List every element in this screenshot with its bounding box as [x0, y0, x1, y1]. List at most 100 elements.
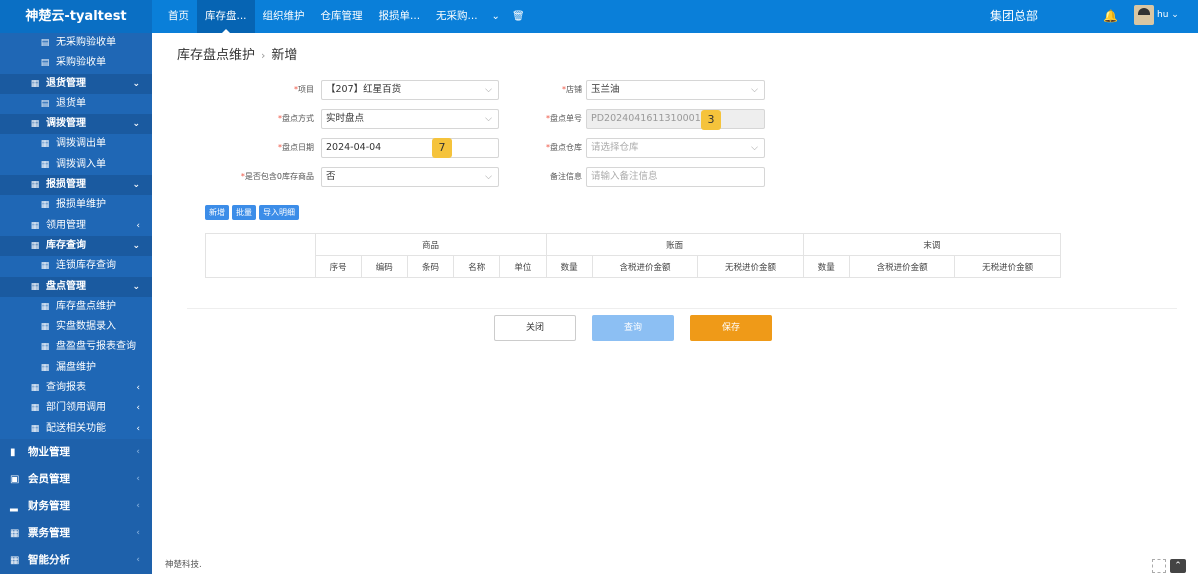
sidebar-top-item[interactable]: ▦ 票务管理 ‹: [0, 519, 152, 547]
docno-field: PD2024041611310001: [586, 109, 765, 129]
avatar[interactable]: [1134, 5, 1154, 25]
sidebar-item[interactable]: ▦ 报损单维护: [0, 195, 152, 215]
nav-warehouse[interactable]: 仓库管理: [313, 0, 371, 33]
grid-icon: ▦: [40, 261, 50, 272]
sidebar-top-item-label: 财务管理: [28, 499, 70, 512]
sidebar-item[interactable]: ▦ 漏盘维护: [0, 358, 152, 378]
docno-label: *盘点单号: [546, 114, 582, 123]
nav-stocktake[interactable]: 库存盘...: [197, 0, 255, 33]
nav-org[interactable]: 组织维护: [255, 0, 313, 33]
nav-nopurchase[interactable]: 无采购...: [428, 0, 486, 33]
chevron-left-icon: ‹: [136, 446, 140, 457]
nav-home[interactable]: 首页: [160, 0, 197, 33]
sidebar-item[interactable]: ▦ 部门领用调用 ‹: [0, 398, 152, 418]
save-button[interactable]: 保存: [690, 315, 772, 341]
sidebar-item[interactable]: ▦ 配送相关功能 ‹: [0, 419, 152, 439]
nav-loss[interactable]: 报损单...: [371, 0, 429, 33]
chevron-left-icon: ‹: [136, 220, 140, 231]
doc-icon: ▤: [40, 98, 50, 109]
remark-input[interactable]: 请输入备注信息: [586, 167, 765, 187]
sidebar-item[interactable]: ▦ 实盘数据录入: [0, 317, 152, 337]
sidebar-item[interactable]: ▦ 盘盈盘亏报表查询: [0, 337, 152, 357]
group-header-final: 末调: [802, 233, 1062, 256]
sidebar-item-label: 调拨调出单: [56, 138, 106, 150]
chevron-down-icon[interactable]: ⌄: [486, 0, 506, 33]
sidebar-item[interactable]: ▦ 领用管理 ‹: [0, 216, 152, 236]
table-blank-cell: [205, 233, 316, 278]
sidebar-top-item[interactable]: ▦ 智能分析 ‹: [0, 546, 152, 574]
project-select[interactable]: 【207】红星百货 ⌵: [321, 80, 499, 100]
import-detail-button[interactable]: 导入明细: [259, 205, 299, 220]
sidebar-item[interactable]: ▦ 盘点管理 ⌄: [0, 276, 152, 297]
col-book-taxed: 含税进价金额: [591, 255, 699, 278]
group-header-book: 账面: [545, 233, 804, 256]
grid-icon: ▦: [10, 527, 20, 539]
grid-icon: ▦: [30, 220, 40, 231]
date-label: *盘点日期: [278, 143, 314, 152]
grid-icon: ▦: [30, 383, 40, 394]
method-label: *盘点方式: [278, 114, 314, 123]
breadcrumb-separator: ›: [261, 49, 266, 62]
sidebar-item[interactable]: ▦ 调拨管理 ⌄: [0, 114, 152, 135]
sidebar-item-label: 库存盘点维护: [56, 300, 116, 312]
sidebar-top-item[interactable]: ▣ 会员管理 ‹: [0, 465, 152, 493]
sidebar-item[interactable]: ▤ 无采购验收单: [0, 33, 152, 53]
org-selector[interactable]: 集团总部: [990, 0, 1038, 33]
project-label: *项目: [294, 85, 314, 94]
chevron-left-icon: ‹: [136, 403, 140, 414]
col-seq: 序号: [314, 255, 362, 278]
breadcrumb: 库存盘点维护 › 新增: [177, 44, 297, 63]
sidebar-item[interactable]: ▦ 库存盘点维护: [0, 297, 152, 317]
sidebar-top-item[interactable]: ▮ 物业管理 ‹: [0, 438, 152, 466]
sidebar-item[interactable]: ▦ 库存查询 ⌄: [0, 235, 152, 257]
sidebar-item[interactable]: ▦ 退货管理 ⌄: [0, 73, 152, 94]
user-menu[interactable]: hu ⌄: [1157, 0, 1179, 33]
warehouse-select[interactable]: 请选择仓库 ⌵: [586, 138, 765, 158]
sidebar-item[interactable]: ▤ 采购验收单: [0, 53, 152, 73]
shop-select[interactable]: 玉兰油 ⌵: [586, 80, 765, 100]
sidebar-item-label: 配送相关功能: [46, 422, 106, 434]
add-row-button[interactable]: 新增: [205, 205, 229, 220]
sidebar-item-label: 漏盘维护: [56, 361, 96, 373]
grid-icon: ▦: [40, 322, 50, 333]
breadcrumb-parent[interactable]: 库存盘点维护: [177, 48, 255, 63]
scroll-top-icon[interactable]: ⌃: [1170, 559, 1186, 573]
sidebar-top-item-label: 物业管理: [28, 445, 70, 458]
sidebar-item-label: 盘点管理: [46, 280, 86, 292]
doc-icon: ▤: [40, 38, 50, 48]
sidebar-top-menu: ▮ 物业管理 ‹ ▣ 会员管理 ‹ ▂ 财务管理 ‹ ▦ 票务管理 ‹ ▦ 智能分析 ‹: [0, 438, 152, 574]
sidebar-item-label: 调拨管理: [46, 118, 86, 130]
member-icon: ▣: [10, 473, 20, 485]
bell-icon[interactable]: 🔔: [1103, 0, 1118, 33]
chevron-down-icon: ⌄: [132, 180, 140, 191]
sidebar-item[interactable]: ▦ 调拨调入单: [0, 155, 152, 175]
sidebar-item[interactable]: ▤ 退货单: [0, 94, 152, 114]
chevron-left-icon: ‹: [136, 500, 140, 511]
divider: [187, 308, 1177, 309]
sidebar-item[interactable]: ▦ 查询报表 ‹: [0, 378, 152, 398]
col-code: 编码: [360, 255, 408, 278]
app-title[interactable]: 神楚云-tyaltest: [0, 0, 152, 33]
grid-icon: ▦: [30, 78, 40, 89]
chevron-down-icon: ⌵: [485, 114, 492, 124]
close-button[interactable]: 关闭: [494, 315, 576, 341]
top-bar: 神楚云-tyaltest 首页 库存盘... 组织维护 仓库管理 报损单... …: [0, 0, 1198, 33]
sidebar-item[interactable]: ▦ 报损管理 ⌄: [0, 175, 152, 196]
fullscreen-icon[interactable]: [1152, 559, 1166, 573]
shop-label: *店铺: [562, 85, 582, 94]
sidebar-item[interactable]: ▦ 连锁库存查询: [0, 256, 152, 276]
trash-icon[interactable]: 🗑: [506, 0, 531, 33]
date-input[interactable]: 2024-04-04: [321, 138, 499, 158]
zero-stock-select[interactable]: 否 ⌵: [321, 167, 499, 187]
footer-text: 神楚科技.: [165, 560, 202, 570]
query-button[interactable]: 查询: [592, 315, 674, 341]
method-select[interactable]: 实时盘点 ⌵: [321, 109, 499, 129]
sidebar: ▤ 无采购验收单 ▤ 采购验收单 ▦ 退货管理 ⌄ ▤ 退货单 ▦ 调拨管理 ⌄ ▦ 调拨调出单 ▦ 调拨调入…: [0, 33, 152, 574]
step-badge-7: 7: [432, 138, 452, 158]
table-column-header: 序号 编码 条码 名称 单位 数量 含税进价金额 无税进价金额 数量 含税进价金…: [206, 255, 1061, 278]
sidebar-item[interactable]: ▦ 调拨调出单: [0, 134, 152, 154]
zero-stock-label: *是否包含0库存商品: [240, 172, 314, 181]
batch-button[interactable]: 批量: [232, 205, 256, 220]
grid-icon: ▦: [30, 403, 40, 414]
sidebar-top-item[interactable]: ▂ 财务管理 ‹: [0, 492, 152, 520]
